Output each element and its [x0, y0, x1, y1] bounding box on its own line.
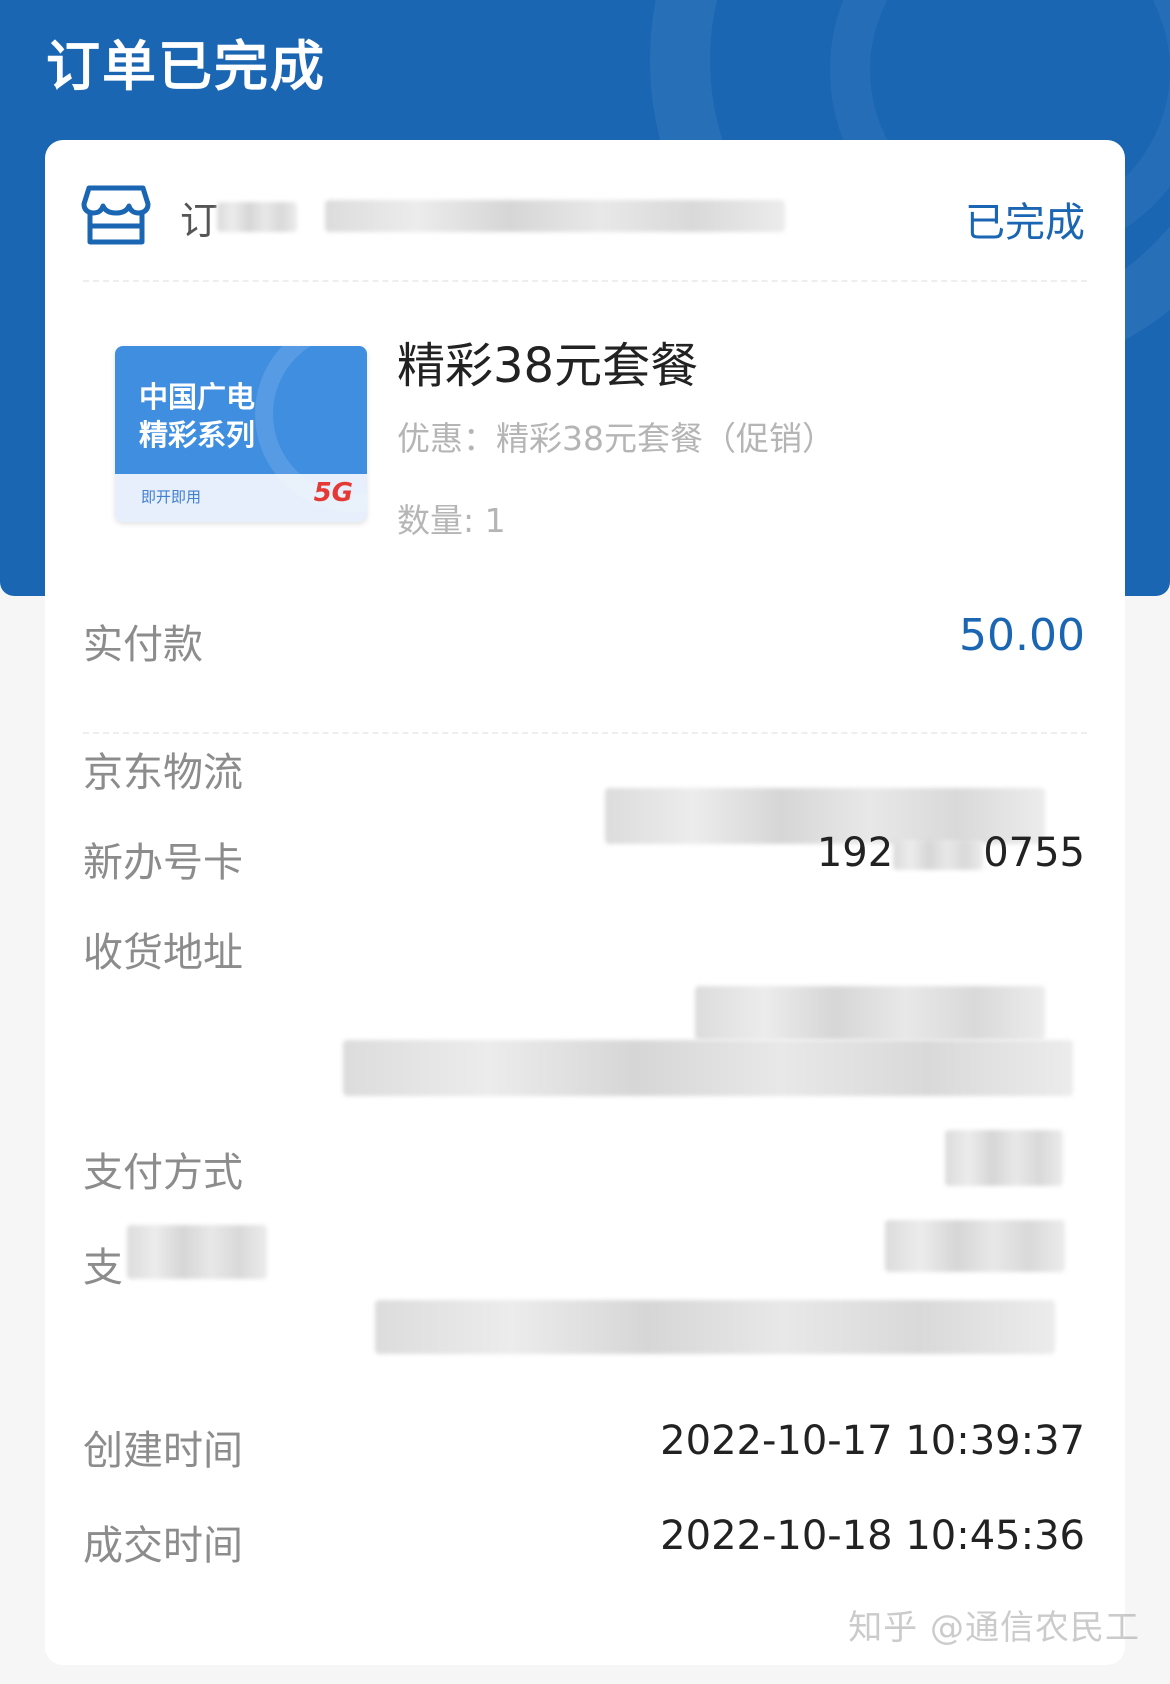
new-card-label: 新办号卡 [83, 840, 243, 886]
product-image[interactable]: 中国广电 精彩系列 即开即用 5G [115, 346, 367, 522]
order-card: 订 已完成 中国广电 精彩系列 即开即用 5G 精彩38元套餐 优惠：精彩38元… [45, 140, 1125, 1665]
paid-value: 50.00 [959, 610, 1085, 661]
payment-id-label-redacted [127, 1225, 267, 1279]
deal-time-label: 成交时间 [83, 1523, 243, 1569]
product-image-subtitle: 精彩系列 [139, 418, 256, 452]
new-card-prefix: 192 [816, 830, 894, 876]
divider [83, 732, 1087, 734]
shop-icon [81, 185, 151, 245]
order-number-redacted [325, 200, 785, 232]
address-redacted [343, 1040, 1073, 1096]
page-title: 订单已完成 [46, 35, 326, 98]
created-time-value: 2022-10-17 10:39:37 [660, 1418, 1085, 1464]
paid-label: 实付款 [83, 622, 203, 668]
product-promo: 优惠：精彩38元套餐（促销） [397, 419, 835, 458]
address-label: 收货地址 [83, 930, 243, 976]
payment-method-label: 支付方式 [83, 1150, 243, 1196]
logistics-label: 京东物流 [83, 750, 243, 796]
product-quantity: 数量: 1 [397, 501, 506, 540]
product-image-tag: 即开即用 [141, 488, 202, 506]
order-header: 订 已完成 [45, 140, 1125, 280]
new-card-redacted [893, 840, 984, 870]
payment-id-label: 支 [83, 1245, 123, 1291]
created-time-label: 创建时间 [83, 1428, 243, 1474]
payment-method-redacted [885, 1220, 1065, 1272]
payment-id-redacted [375, 1300, 1055, 1354]
divider [83, 280, 1087, 282]
deal-time-value: 2022-10-18 10:45:36 [660, 1513, 1085, 1559]
product-name[interactable]: 精彩38元套餐 [397, 326, 698, 396]
address-redacted [945, 1130, 1063, 1186]
new-card-number: 192 0755 [817, 830, 1085, 876]
order-number-redacted [217, 202, 297, 232]
product-image-title: 中国广电 [139, 380, 256, 414]
address-redacted [695, 986, 1045, 1040]
new-card-suffix: 0755 [983, 830, 1085, 876]
order-number-label: 订 [180, 199, 219, 243]
order-status: 已完成 [965, 200, 1085, 246]
5g-badge: 5G [313, 478, 353, 508]
watermark: 知乎 @通信农民工 [848, 1608, 1140, 1648]
